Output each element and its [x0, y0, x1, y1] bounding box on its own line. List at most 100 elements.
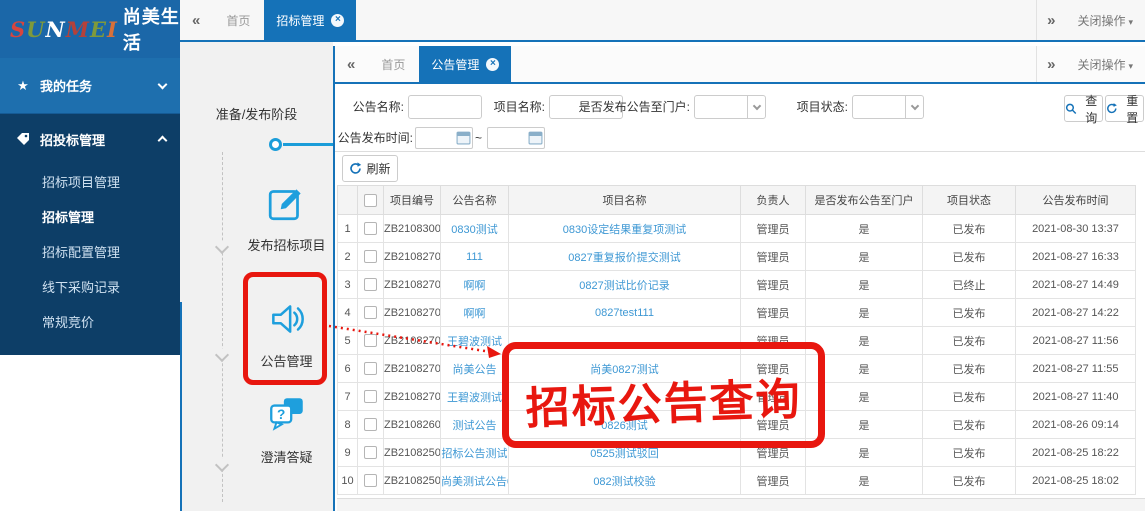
portal-cell: 是	[806, 467, 923, 495]
publish-time-cell: 2021-08-27 11:55	[1016, 355, 1136, 383]
project-name-link[interactable]: 0827test111	[509, 299, 741, 327]
collapse-tabs-icon[interactable]: «	[180, 12, 212, 29]
project-name-link[interactable]: 0827测试比价记录	[509, 271, 741, 299]
notice-name-link[interactable]: 啊啊	[441, 271, 509, 299]
publish-time-to-input[interactable]	[487, 127, 545, 149]
status-cell: 已发布	[923, 467, 1016, 495]
notice-name-link[interactable]: 王碧波测试	[441, 383, 509, 411]
expand-tabs-icon[interactable]: »	[1036, 0, 1065, 40]
close-operations-dropdown[interactable]: 关闭操作▾	[1065, 12, 1145, 29]
project-name-link[interactable]	[509, 383, 741, 411]
project-name-link[interactable]: 082测试校验	[509, 467, 741, 495]
table-row[interactable]: 3ZB210827007啊啊0827测试比价记录管理员是已终止2021-08-2…	[338, 271, 1136, 299]
star-icon: ★	[14, 78, 32, 94]
sidebar-subitem[interactable]: 线下采购记录	[0, 269, 180, 304]
owner-cell: 管理员	[741, 327, 806, 355]
tab-notice-management[interactable]: 公告管理 ×	[419, 46, 511, 82]
row-checkbox[interactable]	[364, 222, 377, 235]
step-notice-management[interactable]: 公告管理	[240, 298, 333, 370]
row-checkbox[interactable]	[364, 278, 377, 291]
project-name-link[interactable]: 尚美0827测试	[509, 355, 741, 383]
reset-button[interactable]: 重置	[1105, 95, 1144, 122]
row-checkbox[interactable]	[364, 334, 377, 347]
row-checkbox[interactable]	[364, 446, 377, 459]
calendar-icon[interactable]	[528, 130, 543, 148]
project-name-link[interactable]: 0827重复报价提交测试	[509, 243, 741, 271]
expand-tabs-icon[interactable]: »	[1036, 46, 1065, 82]
sidebar-subitem[interactable]: 招标管理	[0, 199, 180, 234]
notice-name-link[interactable]: 啊啊	[441, 299, 509, 327]
table-row[interactable]: 7ZB210827001王碧波测试管理员是已发布2021-08-27 11:40	[338, 383, 1136, 411]
tab-home[interactable]: 首页	[212, 12, 264, 29]
close-tab-icon[interactable]: ×	[486, 58, 499, 71]
select-arrow-icon	[747, 96, 765, 118]
project-name-link[interactable]	[509, 327, 741, 355]
svg-text:?: ?	[277, 407, 285, 422]
sidebar-subitem[interactable]: 招标配置管理	[0, 234, 180, 269]
notice-name-link[interactable]: 尚美公告	[441, 355, 509, 383]
status-cell: 已发布	[923, 299, 1016, 327]
table-row[interactable]: 10ZB210825006尚美测试公告08...082测试校验管理员是已发布20…	[338, 467, 1136, 495]
logo-letter: I	[107, 17, 118, 42]
row-checkbox[interactable]	[364, 306, 377, 319]
row-checkbox[interactable]	[364, 390, 377, 403]
search-button[interactable]: 查询	[1064, 95, 1103, 122]
publish-time-from-input[interactable]	[415, 127, 473, 149]
logo-brand-text: 尚美生活	[123, 3, 180, 55]
table-row[interactable]: 5ZB210827003王碧波测试管理员是已发布2021-08-27 11:56	[338, 327, 1136, 355]
notice-name-link[interactable]: 0830测试	[441, 215, 509, 243]
table-row[interactable]: 2ZB2108270081110827重复报价提交测试管理员是已发布2021-0…	[338, 243, 1136, 271]
step-publish-tender-project[interactable]: 发布招标项目	[240, 182, 333, 254]
portal-cell: 是	[806, 215, 923, 243]
project-name-link[interactable]: 0826测试	[509, 411, 741, 439]
select-all-header	[358, 186, 384, 215]
project-name-link[interactable]: 0830设定结果重复项测试	[509, 215, 741, 243]
step-clarification[interactable]: ? 澄清答疑	[240, 394, 333, 466]
close-tab-icon[interactable]: ×	[331, 14, 344, 27]
table-row[interactable]: 1ZB2108300010830测试0830设定结果重复项测试管理员是已发布20…	[338, 215, 1136, 243]
logo: SUNMEI 尚美生活	[0, 0, 180, 58]
tab-home[interactable]: 首页	[367, 56, 419, 73]
table-row[interactable]: 8ZB210826001测试公告0826测试管理员是已发布2021-08-26 …	[338, 411, 1136, 439]
table-row[interactable]: 9ZB210825008招标公告测试0525测试驳回管理员是已发布2021-08…	[338, 439, 1136, 467]
row-checkbox[interactable]	[364, 474, 377, 487]
project-code-cell: ZB210825006	[384, 467, 441, 495]
col-owner: 负责人	[741, 186, 806, 215]
row-checkbox[interactable]	[364, 418, 377, 431]
project-name-link[interactable]: 0525测试驳回	[509, 439, 741, 467]
table-header-row: 项目编号 公告名称 项目名称 负责人 是否发布公告至门户 项目状态 公告发布时间	[338, 186, 1136, 215]
select-all-checkbox[interactable]	[364, 194, 377, 207]
portal-cell: 是	[806, 243, 923, 271]
status-select[interactable]	[852, 95, 924, 119]
status-cell: 已终止	[923, 271, 1016, 299]
close-operations-dropdown[interactable]: 关闭操作▾	[1065, 56, 1145, 73]
portal-cell: 是	[806, 439, 923, 467]
refresh-button[interactable]: 刷新	[342, 155, 398, 182]
calendar-icon[interactable]	[456, 130, 471, 148]
range-separator: ~	[475, 126, 485, 150]
notice-name-link[interactable]: 尚美测试公告08...	[441, 467, 509, 495]
collapse-tabs-icon[interactable]: «	[335, 56, 367, 73]
status-cell: 已发布	[923, 411, 1016, 439]
row-checkbox[interactable]	[364, 250, 377, 263]
step-label: 公告管理	[240, 351, 333, 370]
project-code-cell: ZB210827004	[384, 355, 441, 383]
table-row[interactable]: 4ZB210827006啊啊0827test111管理员是已发布2021-08-…	[338, 299, 1136, 327]
notice-name-link[interactable]: 111	[441, 243, 509, 271]
sidebar-subitem[interactable]: 常规竞价	[0, 304, 180, 339]
logo-letter: U	[26, 17, 45, 42]
tab-bidding-management[interactable]: 招标管理 ×	[264, 0, 356, 40]
row-checkbox[interactable]	[364, 362, 377, 375]
portal-cell: 是	[806, 383, 923, 411]
sidebar-subitem[interactable]: 招标项目管理	[0, 164, 180, 199]
notice-name-input[interactable]	[408, 95, 482, 119]
sidebar-item-bidding-management[interactable]: 招投标管理	[0, 114, 180, 164]
notice-name-link[interactable]: 测试公告	[441, 411, 509, 439]
status-label: 项目状态:	[790, 95, 848, 119]
notice-name-link[interactable]: 招标公告测试	[441, 439, 509, 467]
table-row[interactable]: 6ZB210827004尚美公告尚美0827测试管理员是已发布2021-08-2…	[338, 355, 1136, 383]
sidebar-item-my-tasks[interactable]: ★ 我的任务	[0, 58, 180, 114]
notice-name-link[interactable]: 王碧波测试	[441, 327, 509, 355]
col-publish-time: 公告发布时间	[1016, 186, 1136, 215]
portal-select[interactable]	[694, 95, 766, 119]
